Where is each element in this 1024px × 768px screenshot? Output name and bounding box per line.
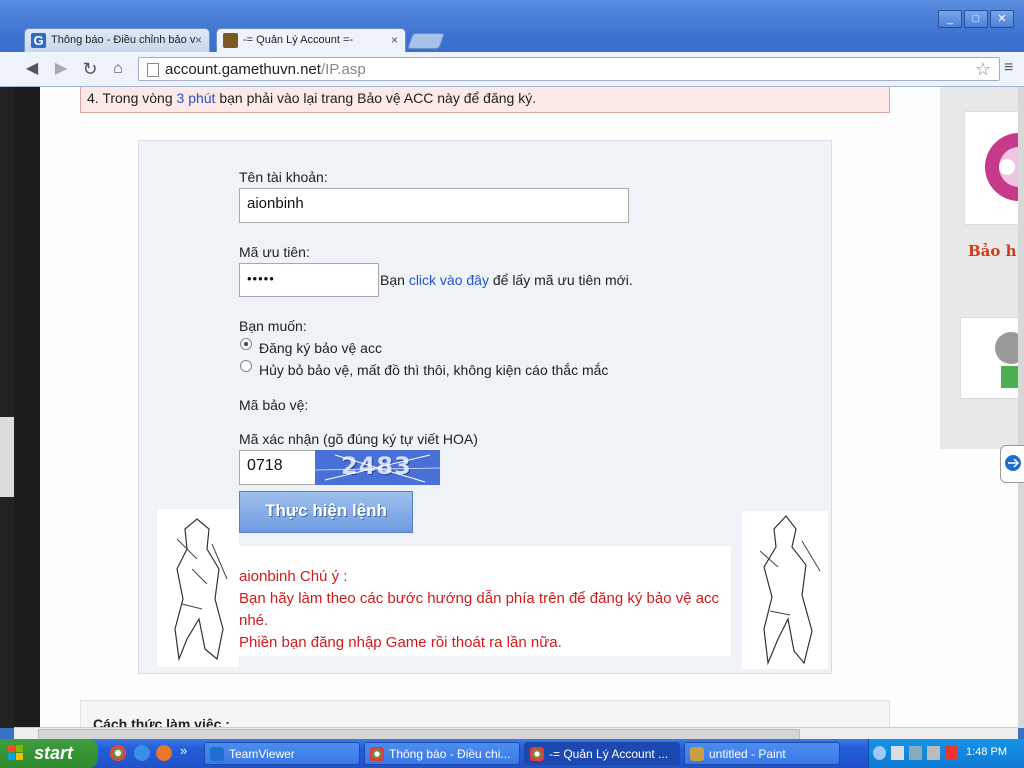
teamviewer-panel-icon[interactable]: [1000, 445, 1024, 483]
tab-thong-bao[interactable]: G Thông báo - Điều chỉnh bảo v ×: [24, 28, 210, 52]
url-text: account.gamethuvn.net/IP.asp: [165, 61, 366, 78]
option-cancel-label: Hủy bỏ bảo vệ, mất đồ thì thôi, không ki…: [259, 362, 609, 378]
home-icon[interactable]: ⌂: [108, 59, 128, 79]
right-sidebar: Bảo h: [940, 87, 1018, 449]
chrome-icon: [370, 747, 384, 761]
back-arrow-icon[interactable]: ◀: [22, 59, 42, 79]
maximize-button[interactable]: □: [964, 10, 988, 28]
how-it-works-heading: Cách thức làm việc :: [93, 716, 230, 727]
radio-register-protect[interactable]: [240, 338, 252, 350]
get-priority-code-link[interactable]: click vào đây: [409, 272, 489, 288]
address-bar[interactable]: account.gamethuvn.net/IP.asp ☆: [138, 57, 1000, 81]
start-button[interactable]: start: [0, 739, 98, 768]
wrench-menu-icon[interactable]: ≡: [1004, 59, 1013, 77]
quicklaunch-more-chevron[interactable]: »: [180, 743, 187, 758]
character-icon: [995, 332, 1018, 388]
browser-toolbar: ◀ ▶ ↻ ⌂ account.gamethuvn.net/IP.asp ☆ ≡: [0, 52, 1024, 87]
tab-title: -= Quản Lý Account =-: [243, 34, 354, 46]
chrome-quicklaunch-icon[interactable]: [110, 745, 126, 761]
tray-arrow-icon[interactable]: [873, 746, 886, 760]
vertical-scrollbar[interactable]: [1018, 87, 1024, 728]
teamviewer-icon: [210, 747, 224, 761]
desktop-edge: [0, 87, 15, 728]
option-register-label: Đăng ký bảo vệ acc: [259, 340, 382, 356]
paint-icon: [690, 747, 704, 761]
network-icon[interactable]: [909, 746, 922, 760]
taskbar-item-teamviewer[interactable]: TeamViewer: [204, 742, 360, 765]
firefox-quicklaunch-icon[interactable]: [156, 745, 172, 761]
volume-icon[interactable]: [891, 746, 904, 760]
system-tray: 1:48 PM: [868, 739, 1024, 768]
windows-logo-icon: [8, 745, 23, 760]
chrome-icon: [530, 747, 544, 761]
message-line: nhé.: [239, 612, 269, 629]
ie-quicklaunch-icon[interactable]: [134, 745, 150, 761]
minimize-button[interactable]: _: [938, 10, 962, 28]
warning-message: aionbinh Chú ý : Bạn hãy làm theo các bư…: [239, 546, 731, 656]
shield-icon[interactable]: [945, 746, 958, 760]
reload-icon[interactable]: ↻: [80, 59, 100, 79]
tab-close-icon[interactable]: ×: [195, 29, 202, 52]
notice-step-4: 4. Trong vòng 3 phút bạn phải vào lại tr…: [80, 87, 890, 113]
sidebar-banner-2[interactable]: [960, 317, 1018, 399]
protect-code-label: Mã bảo vệ:: [239, 397, 309, 413]
tray-app-icon[interactable]: [927, 746, 940, 760]
flower-icon: [985, 133, 1018, 201]
bookmark-star-icon[interactable]: ☆: [975, 59, 991, 80]
account-label: Tên tài khoản:: [239, 169, 328, 185]
priority-code-label: Mã ưu tiên:: [239, 244, 310, 260]
page-icon: [147, 63, 159, 77]
want-label: Bạn muốn:: [239, 318, 307, 334]
tab-title: Thông báo - Điều chỉnh bảo v: [51, 34, 196, 46]
tab-quan-ly-account[interactable]: -= Quản Lý Account =- ×: [216, 28, 406, 53]
submit-button[interactable]: Thực hiện lệnh: [239, 491, 413, 533]
warrior-left-image: [157, 509, 239, 667]
page-left-border: [14, 87, 40, 727]
account-input[interactable]: aionbinh: [239, 188, 629, 223]
new-tab-button[interactable]: [407, 33, 445, 49]
page-viewport: 4. Trong vòng 3 phút bạn phải vào lại tr…: [14, 87, 1018, 727]
taskbar-item-paint[interactable]: untitled - Paint: [684, 742, 840, 765]
confirm-code-label: Mã xác nhận (gõ đúng ký tự viết HOA): [239, 431, 478, 447]
windows-taskbar: start » TeamViewer Thông báo - Điều chi.…: [0, 739, 1024, 768]
how-it-works-section: Cách thức làm việc :: [80, 700, 890, 727]
taskbar-item-thong-bao[interactable]: Thông báo - Điều chi...: [364, 742, 520, 765]
warrior-right-image: [742, 511, 828, 669]
protect-acc-form: Tên tài khoản: aionbinh Mã ưu tiên: ••••…: [138, 140, 832, 674]
message-line: aionbinh Chú ý :: [239, 568, 348, 585]
confirm-code-input[interactable]: 0718: [239, 450, 316, 485]
forward-arrow-icon[interactable]: ▶: [51, 59, 71, 79]
gamethu-favicon-icon: G: [31, 33, 46, 48]
priority-code-input[interactable]: •••••: [239, 263, 379, 297]
radio-cancel-protect[interactable]: [240, 360, 252, 372]
message-line: Phiền bạn đăng nhập Game rồi thoát ra lầ…: [239, 634, 562, 651]
captcha-image: 2483: [315, 450, 440, 485]
priority-hint: Bạn click vào đây để lấy mã ưu tiên mới.: [380, 272, 633, 288]
sidebar-heading: Bảo h: [968, 242, 1017, 260]
captcha-noise: [315, 454, 440, 483]
sidebar-banner-1[interactable]: [964, 111, 1018, 225]
clock[interactable]: 1:48 PM: [966, 746, 1007, 758]
game-favicon-icon: [223, 33, 238, 48]
taskbar-item-quan-ly-account[interactable]: -= Quản Lý Account ...: [524, 742, 680, 765]
tab-close-icon[interactable]: ×: [391, 29, 398, 52]
message-line: Bạn hãy làm theo các bước hướng dẫn phía…: [239, 590, 720, 607]
close-window-button[interactable]: ✕: [990, 10, 1014, 28]
